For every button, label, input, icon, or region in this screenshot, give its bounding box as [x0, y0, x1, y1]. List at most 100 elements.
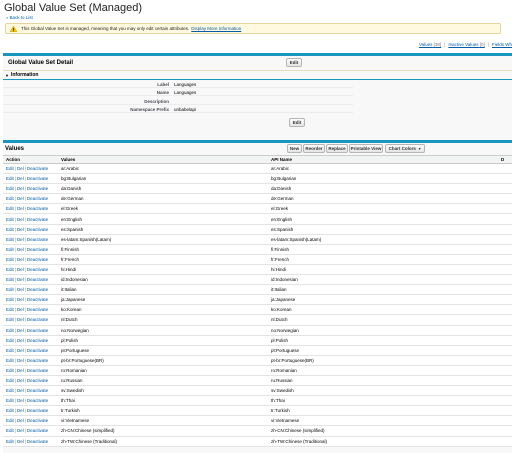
- edit-link[interactable]: Edit: [6, 247, 14, 252]
- edit-link[interactable]: Edit: [6, 368, 14, 373]
- deactivate-link[interactable]: Deactivate: [27, 348, 48, 353]
- deactivate-link[interactable]: Deactivate: [27, 227, 48, 232]
- del-link[interactable]: Del: [17, 408, 24, 413]
- edit-link[interactable]: Edit: [6, 186, 14, 191]
- edit-link[interactable]: Edit: [6, 237, 14, 242]
- values-link[interactable]: Values [38]: [419, 42, 441, 47]
- del-link[interactable]: Del: [17, 428, 24, 433]
- edit-link[interactable]: Edit: [6, 227, 14, 232]
- del-link[interactable]: Del: [17, 358, 24, 363]
- del-link[interactable]: Del: [17, 418, 24, 423]
- deactivate-link[interactable]: Deactivate: [27, 196, 48, 201]
- new-value-button[interactable]: New: [287, 144, 302, 153]
- deactivate-link[interactable]: Deactivate: [27, 418, 48, 423]
- deactivate-link[interactable]: Deactivate: [27, 206, 48, 211]
- edit-link[interactable]: Edit: [6, 348, 14, 353]
- del-link[interactable]: Del: [17, 307, 24, 312]
- back-to-list-link[interactable]: « Back to List: [6, 15, 33, 20]
- del-link[interactable]: Del: [17, 338, 24, 343]
- del-link[interactable]: Del: [17, 287, 24, 292]
- del-link[interactable]: Del: [17, 398, 24, 403]
- deactivate-link[interactable]: Deactivate: [27, 368, 48, 373]
- edit-link[interactable]: Edit: [6, 428, 14, 433]
- deactivate-link[interactable]: Deactivate: [27, 338, 48, 343]
- edit-link[interactable]: Edit: [6, 398, 14, 403]
- reorder-button[interactable]: Reorder: [303, 144, 325, 153]
- information-section-header[interactable]: ▼ Information: [3, 71, 512, 80]
- del-link[interactable]: Del: [17, 237, 24, 242]
- edit-link[interactable]: Edit: [6, 338, 14, 343]
- printable-view-button[interactable]: Printable View: [349, 144, 383, 153]
- fields-where-used-link[interactable]: Fields Wh: [492, 42, 512, 47]
- deactivate-link[interactable]: Deactivate: [27, 257, 48, 262]
- deactivate-link[interactable]: Deactivate: [27, 358, 48, 363]
- column-header-api-name[interactable]: API Name: [268, 155, 498, 164]
- edit-link[interactable]: Edit: [6, 307, 14, 312]
- deactivate-link[interactable]: Deactivate: [27, 378, 48, 383]
- edit-link[interactable]: Edit: [6, 378, 14, 383]
- deactivate-link[interactable]: Deactivate: [27, 307, 48, 312]
- deactivate-link[interactable]: Deactivate: [27, 287, 48, 292]
- edit-link[interactable]: Edit: [6, 418, 14, 423]
- chart-colors-button[interactable]: Chart Colors ▼: [385, 144, 425, 153]
- del-link[interactable]: Del: [17, 186, 24, 191]
- edit-link[interactable]: Edit: [6, 408, 14, 413]
- edit-link[interactable]: Edit: [6, 328, 14, 333]
- del-link[interactable]: Del: [17, 439, 24, 444]
- edit-link[interactable]: Edit: [6, 196, 14, 201]
- deactivate-link[interactable]: Deactivate: [27, 317, 48, 322]
- replace-button[interactable]: Replace: [326, 144, 348, 153]
- deactivate-link[interactable]: Deactivate: [27, 428, 48, 433]
- edit-link[interactable]: Edit: [6, 176, 14, 181]
- deactivate-link[interactable]: Deactivate: [27, 176, 48, 181]
- del-link[interactable]: Del: [17, 277, 24, 282]
- del-link[interactable]: Del: [17, 166, 24, 171]
- column-header-action[interactable]: Action: [3, 155, 58, 164]
- deactivate-link[interactable]: Deactivate: [27, 247, 48, 252]
- column-header-values[interactable]: Values: [58, 155, 268, 164]
- inactive-values-link[interactable]: Inactive Values [0]: [448, 42, 484, 47]
- del-link[interactable]: Del: [17, 368, 24, 373]
- deactivate-link[interactable]: Deactivate: [27, 217, 48, 222]
- deactivate-link[interactable]: Deactivate: [27, 439, 48, 444]
- del-link[interactable]: Del: [17, 378, 24, 383]
- edit-link[interactable]: Edit: [6, 217, 14, 222]
- edit-button-bottom[interactable]: Edit: [289, 118, 305, 127]
- edit-link[interactable]: Edit: [6, 277, 14, 282]
- del-link[interactable]: Del: [17, 176, 24, 181]
- del-link[interactable]: Del: [17, 317, 24, 322]
- del-link[interactable]: Del: [17, 217, 24, 222]
- edit-link[interactable]: Edit: [6, 206, 14, 211]
- deactivate-link[interactable]: Deactivate: [27, 297, 48, 302]
- deactivate-link[interactable]: Deactivate: [27, 408, 48, 413]
- del-link[interactable]: Del: [17, 267, 24, 272]
- edit-link[interactable]: Edit: [6, 439, 14, 444]
- del-link[interactable]: Del: [17, 328, 24, 333]
- deactivate-link[interactable]: Deactivate: [27, 277, 48, 282]
- column-header-default[interactable]: D: [498, 155, 512, 164]
- edit-link[interactable]: Edit: [6, 287, 14, 292]
- del-link[interactable]: Del: [17, 257, 24, 262]
- display-more-info-link[interactable]: Display More Information: [191, 26, 241, 31]
- del-link[interactable]: Del: [17, 297, 24, 302]
- edit-link[interactable]: Edit: [6, 388, 14, 393]
- deactivate-link[interactable]: Deactivate: [27, 267, 48, 272]
- deactivate-link[interactable]: Deactivate: [27, 237, 48, 242]
- deactivate-link[interactable]: Deactivate: [27, 186, 48, 191]
- deactivate-link[interactable]: Deactivate: [27, 328, 48, 333]
- del-link[interactable]: Del: [17, 206, 24, 211]
- edit-link[interactable]: Edit: [6, 267, 14, 272]
- edit-link[interactable]: Edit: [6, 317, 14, 322]
- edit-link[interactable]: Edit: [6, 166, 14, 171]
- del-link[interactable]: Del: [17, 247, 24, 252]
- edit-link[interactable]: Edit: [6, 257, 14, 262]
- edit-link[interactable]: Edit: [6, 358, 14, 363]
- del-link[interactable]: Del: [17, 196, 24, 201]
- edit-button-top[interactable]: Edit: [286, 58, 302, 67]
- deactivate-link[interactable]: Deactivate: [27, 398, 48, 403]
- del-link[interactable]: Del: [17, 348, 24, 353]
- edit-link[interactable]: Edit: [6, 297, 14, 302]
- del-link[interactable]: Del: [17, 227, 24, 232]
- del-link[interactable]: Del: [17, 388, 24, 393]
- deactivate-link[interactable]: Deactivate: [27, 166, 48, 171]
